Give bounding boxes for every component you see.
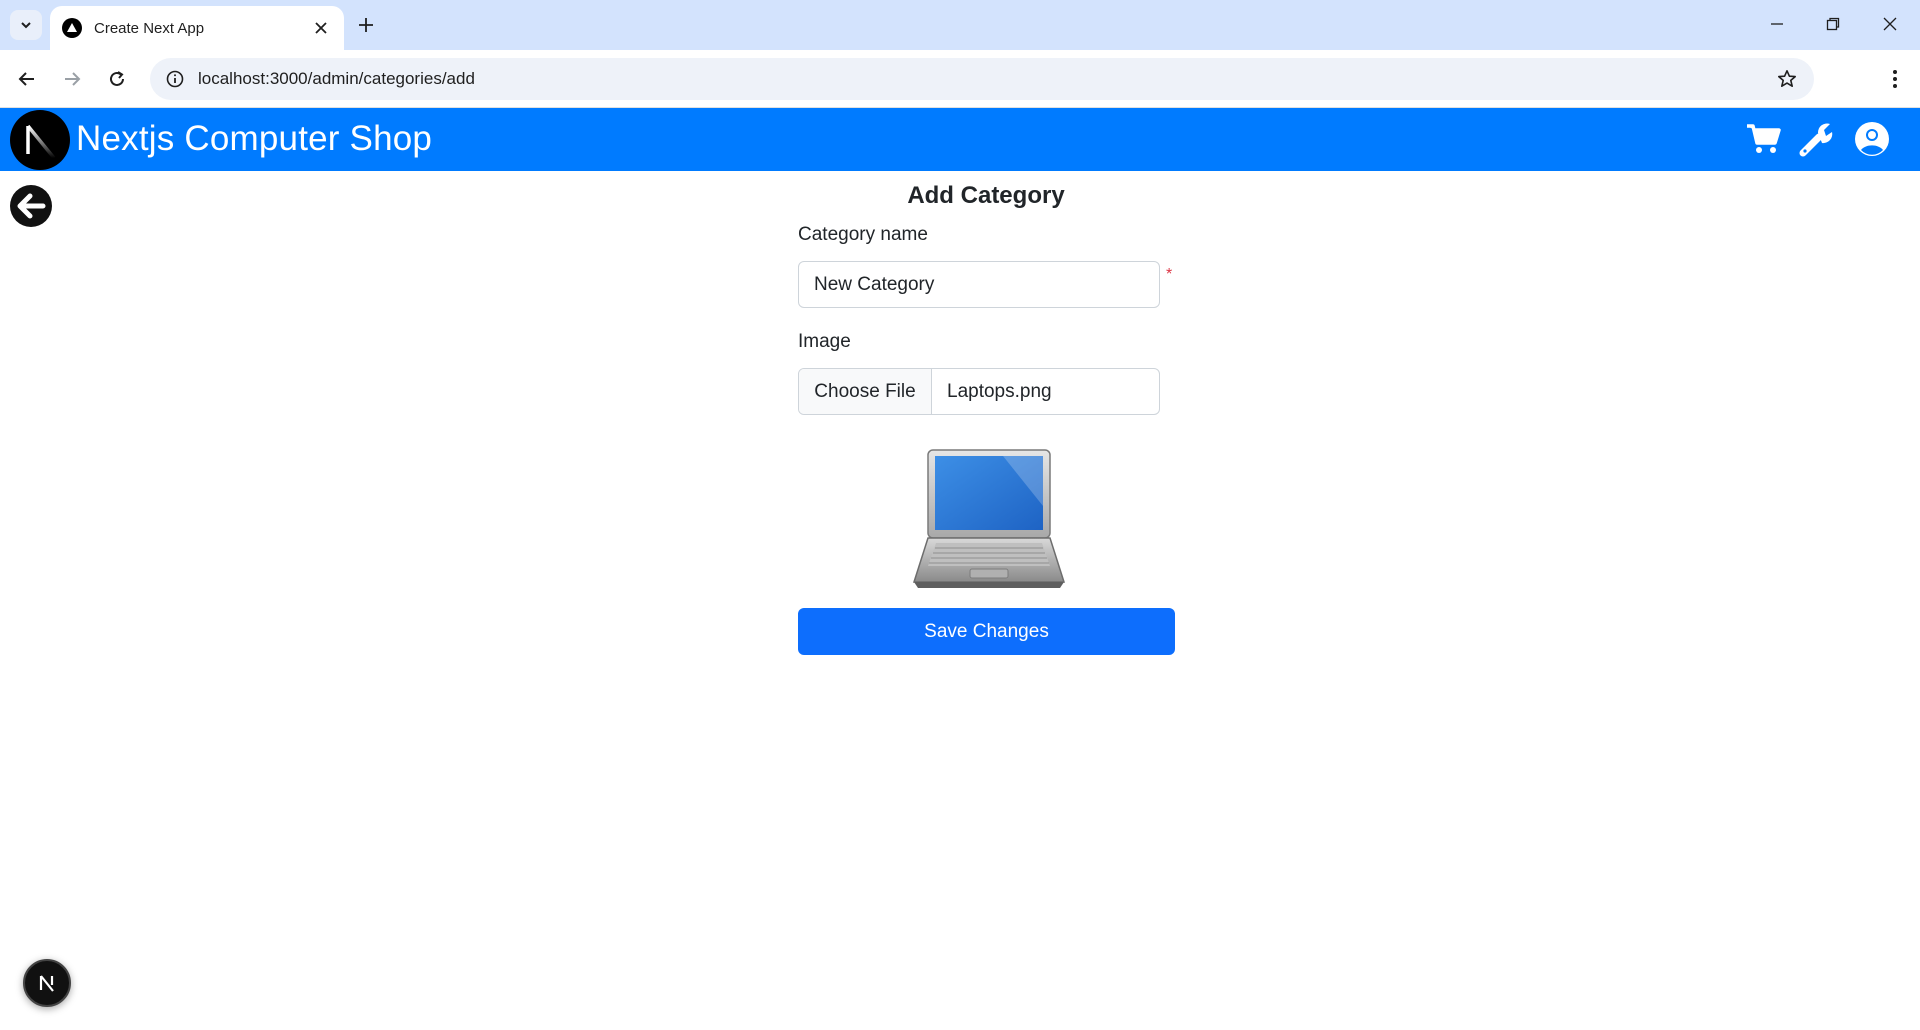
minimize-icon[interactable]	[1757, 8, 1797, 40]
user-circle-icon[interactable]	[1851, 118, 1893, 160]
required-marker: *	[1166, 266, 1173, 283]
nextjs-dev-indicator[interactable]	[23, 959, 71, 1007]
category-name-label: Category name	[798, 224, 928, 245]
save-changes-button[interactable]: Save Changes	[798, 608, 1175, 655]
forward-arrow-icon[interactable]	[57, 64, 87, 94]
nextjs-favicon-icon	[62, 18, 82, 38]
browser-tabstrip: Create Next App	[0, 0, 1920, 50]
plus-icon[interactable]	[352, 11, 380, 39]
back-arrow-icon[interactable]	[12, 64, 42, 94]
chevron-down-icon	[21, 22, 31, 29]
brand-logo[interactable]	[10, 110, 70, 170]
browser-tab[interactable]: Create Next App	[50, 6, 344, 50]
restore-icon[interactable]	[1813, 8, 1853, 40]
star-icon[interactable]	[1774, 66, 1800, 92]
info-icon[interactable]	[164, 68, 186, 90]
brand-name[interactable]: Nextjs Computer Shop	[76, 119, 432, 159]
cart-icon[interactable]	[1743, 118, 1785, 160]
tab-title: Create Next App	[94, 19, 205, 37]
kebab-menu-icon[interactable]	[1880, 64, 1910, 94]
browser-toolbar: localhost:3000/admin/categories/add	[0, 50, 1920, 108]
reload-icon[interactable]	[102, 64, 132, 94]
url-text: localhost:3000/admin/categories/add	[198, 69, 475, 88]
close-window-icon[interactable]	[1870, 8, 1910, 40]
app-navbar: Nextjs Computer Shop	[0, 108, 1920, 171]
image-file-input[interactable]: Choose File Laptops.png	[798, 368, 1160, 415]
category-name-input[interactable]: New Category	[798, 261, 1160, 308]
address-bar[interactable]: localhost:3000/admin/categories/add	[150, 58, 1814, 100]
selected-file-name: Laptops.png	[947, 380, 1052, 402]
choose-file-button[interactable]: Choose File	[799, 369, 932, 414]
page-title: Add Category	[907, 182, 1065, 209]
tab-search-button[interactable]	[10, 10, 42, 40]
wrench-icon[interactable]	[1796, 118, 1838, 160]
close-icon[interactable]	[310, 17, 332, 39]
image-label: Image	[798, 331, 851, 352]
laptop-image	[908, 446, 1068, 596]
